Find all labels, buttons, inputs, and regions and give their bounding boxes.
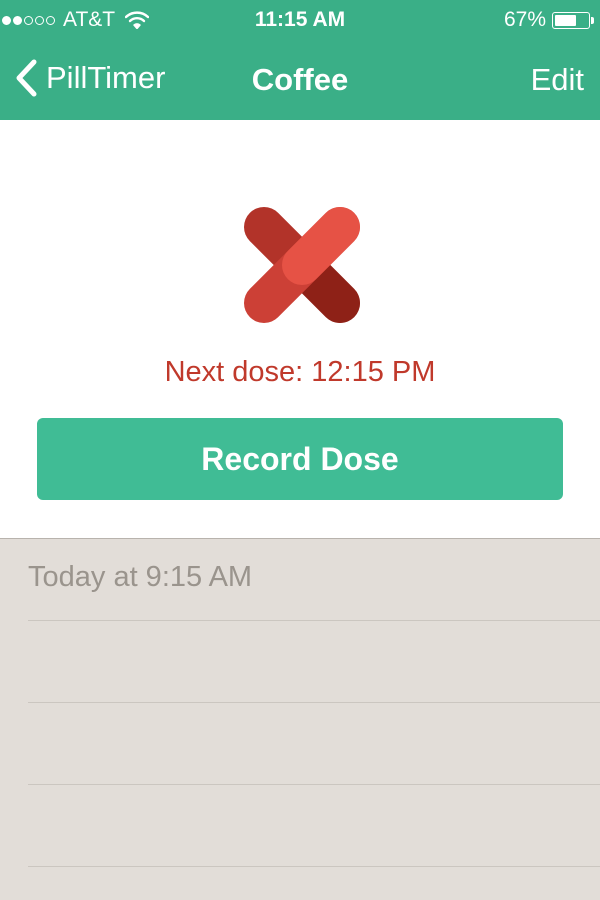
page-title: Coffee <box>251 62 349 97</box>
list-item <box>28 621 600 703</box>
medication-card: Next dose: 12:15 PM Record Dose <box>0 120 600 539</box>
list-item[interactable]: Today at 9:15 AM <box>28 539 600 621</box>
record-dose-button[interactable]: Record Dose <box>37 418 563 500</box>
battery-icon <box>552 11 594 29</box>
status-bar: AT&T 11:15 AM 67% <box>0 0 600 40</box>
navigation-bar: PillTimer Coffee Edit <box>0 40 600 120</box>
list-item <box>28 703 600 785</box>
dose-history-entry: Today at 9:15 AM <box>28 561 253 593</box>
status-bar-right: 67% <box>503 8 594 32</box>
battery-tip <box>591 16 594 24</box>
list-item <box>28 785 600 867</box>
battery-percent: 67% <box>503 8 546 31</box>
edit-button[interactable]: Edit <box>531 62 584 98</box>
next-dose-label: Next dose: 12:15 PM <box>164 356 436 388</box>
crossed-pills-icon <box>244 207 360 323</box>
battery-level <box>555 14 577 26</box>
dose-history-list: Today at 9:15 AM <box>0 539 600 900</box>
